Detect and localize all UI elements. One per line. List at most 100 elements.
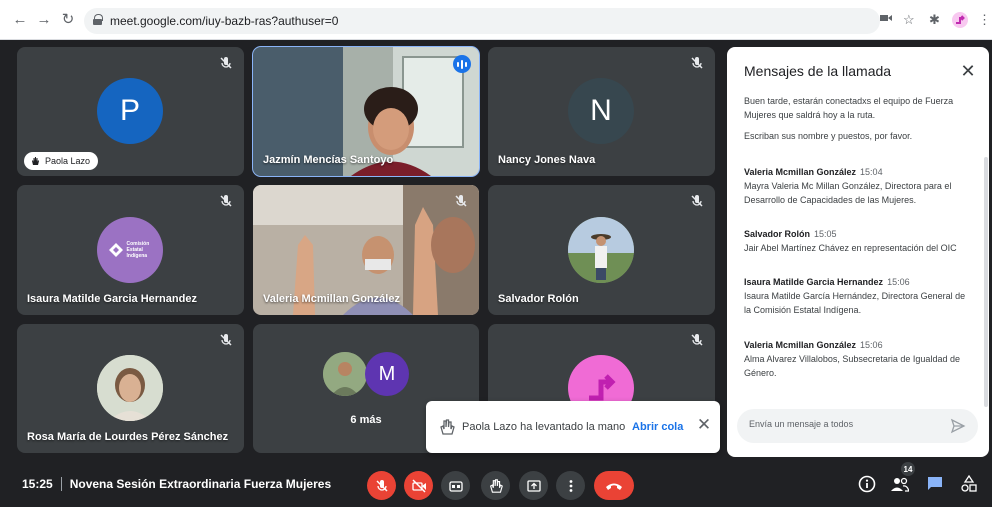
arrow-left-icon[interactable]: ← <box>12 12 28 28</box>
avatar: P <box>97 78 163 144</box>
hand-icon <box>32 157 39 165</box>
more-vert-icon[interactable]: ⋮ <box>978 12 991 28</box>
captions-button[interactable] <box>441 471 470 500</box>
participants-count-badge: 14 <box>901 462 915 476</box>
divider <box>60 477 62 491</box>
chat-intro-message: Escriban sus nombre y puestos, por favor… <box>744 131 913 141</box>
activities-button[interactable] <box>959 474 979 494</box>
participant-tile-nancy[interactable]: N Nancy Jones Nava <box>488 47 715 176</box>
raise-hand-button[interactable] <box>481 471 510 500</box>
more-vert-icon <box>569 479 572 492</box>
lock-icon <box>93 14 103 25</box>
message-time: 15:04 <box>860 167 883 177</box>
message-sender: Valeria Mcmillan González <box>744 167 857 177</box>
videocam-off-icon <box>411 478 426 493</box>
mic-off-icon <box>455 195 467 207</box>
call-end-icon <box>606 483 622 490</box>
camera-toggle-button[interactable] <box>404 471 433 500</box>
mic-off-icon <box>220 195 232 207</box>
hand-icon <box>489 478 503 493</box>
meeting-controls-bar: 15:25 Novena Sesión Extraordinaria Fuerz… <box>0 460 992 507</box>
close-icon[interactable]: ✕ <box>696 416 712 433</box>
meeting-info: 15:25 Novena Sesión Extraordinaria Fuerz… <box>22 477 331 491</box>
profile-icon[interactable] <box>952 12 968 32</box>
participant-tile-valeria[interactable]: Valeria Mcmillan González <box>253 185 479 315</box>
participant-tile-jazmin[interactable]: Jazmín Mencías Santoyo <box>252 46 480 177</box>
participant-name: Nancy Jones Nava <box>498 154 596 166</box>
chat-input[interactable] <box>749 419 939 429</box>
mic-toggle-button[interactable] <box>367 471 396 500</box>
message-sender: Salvador Rolón <box>744 229 811 239</box>
notification-message: Paola Lazo ha levantado la mano <box>462 421 626 433</box>
chat-message: Isaura Matilde Garcia Hernandez 15:06 Isa… <box>744 275 974 317</box>
send-icon[interactable] <box>950 418 966 434</box>
chat-button[interactable] <box>925 474 945 494</box>
mic-off-icon <box>375 479 388 492</box>
info-icon <box>858 475 876 493</box>
camera-icon[interactable] <box>880 12 892 28</box>
message-time: 15:05 <box>814 229 837 239</box>
reload-icon[interactable]: ↻ <box>60 12 76 28</box>
participant-tile-rosa[interactable]: Rosa María de Lourdes Pérez Sánchez <box>17 324 244 453</box>
address-bar[interactable]: meet.google.com/iuy-bazb-ras?authuser=0 <box>84 8 880 34</box>
star-icon[interactable]: ☆ <box>903 12 915 28</box>
message-text: Jair Abel Martínez Chávez en representac… <box>744 243 957 253</box>
hand-icon <box>440 419 455 435</box>
more-options-button[interactable] <box>556 471 585 500</box>
people-icon <box>891 477 909 492</box>
message-sender: Isaura Matilde Garcia Hernandez <box>744 277 884 287</box>
open-queue-button[interactable]: Abrir cola <box>632 421 683 433</box>
participant-tile-isaura[interactable]: Comisión Estatal Indígena Isaura Matilde… <box>17 185 244 315</box>
present-icon <box>526 479 541 492</box>
meeting-time: 15:25 <box>22 477 53 491</box>
avatar <box>97 355 163 421</box>
chat-message: Valeria Mcmillan González 15:06 Alma Alva… <box>744 338 974 380</box>
present-screen-button[interactable] <box>519 471 548 500</box>
message-sender: Valeria Mcmillan González <box>744 340 857 350</box>
participant-name: Salvador Rolón <box>498 293 579 305</box>
avatar: M <box>365 352 409 396</box>
avatar <box>568 217 634 283</box>
leave-call-button[interactable] <box>594 471 634 500</box>
extensions-icon[interactable]: ✱ <box>929 12 940 28</box>
message-text: Mayra Valeria Mc Millan González, Direct… <box>744 181 952 205</box>
participant-name: Isaura Matilde Garcia Hernandez <box>27 293 197 305</box>
arrow-right-icon[interactable]: → <box>36 12 52 28</box>
participant-name: Jazmín Mencías Santoyo <box>263 154 394 166</box>
message-time: 15:06 <box>887 277 910 287</box>
browser-toolbar: ← → ↻ meet.google.com/iuy-bazb-ras?authu… <box>0 0 992 40</box>
message-time: 15:06 <box>860 340 883 350</box>
meeting-details-button[interactable] <box>857 474 877 494</box>
mic-off-icon <box>691 57 703 69</box>
avatar: N <box>568 78 634 144</box>
participant-tile-salvador[interactable]: Salvador Rolón <box>488 185 715 315</box>
meeting-title: Novena Sesión Extraordinaria Fuerza Muje… <box>69 477 332 491</box>
close-icon[interactable]: ✕ <box>959 62 977 80</box>
message-text: Alma Alvarez Villalobos, Subsecretaria d… <box>744 354 960 378</box>
chat-message: Salvador Rolón 15:05 Jair Abel Martínez C… <box>744 227 974 255</box>
mic-off-icon <box>220 334 232 346</box>
chat-input-container <box>737 409 978 443</box>
chat-panel: Mensajes de la llamada ✕ Buen tarde, est… <box>727 47 989 457</box>
organization-logo: Comisión Estatal Indígena <box>97 217 163 283</box>
chat-message: Valeria Mcmillan González 15:04 Mayra Val… <box>744 165 974 207</box>
avatar <box>323 352 367 396</box>
diamond-icon <box>108 243 123 257</box>
chat-intro-message: Buen tarde, estarán conectadxs el equipo… <box>744 96 954 120</box>
chat-icon <box>928 477 942 490</box>
speaking-indicator-icon <box>453 55 471 73</box>
activities-icon <box>961 475 977 492</box>
raised-hand-chip: Paola Lazo <box>24 152 99 170</box>
mic-off-icon <box>691 195 703 207</box>
chip-label: Paola Lazo <box>45 156 91 166</box>
hand-raise-notification: Paola Lazo ha levantado la mano Abrir co… <box>426 401 720 453</box>
url-text[interactable]: meet.google.com/iuy-bazb-ras?authuser=0 <box>110 14 338 28</box>
closed-caption-icon <box>448 480 463 492</box>
scrollbar[interactable] <box>984 157 988 407</box>
participants-button[interactable] <box>890 474 910 494</box>
participant-name: Rosa María de Lourdes Pérez Sánchez <box>27 431 229 443</box>
mic-off-icon <box>691 334 703 346</box>
chat-title: Mensajes de la llamada <box>744 63 892 79</box>
participant-name: Valeria Mcmillan González <box>263 293 400 305</box>
mic-off-icon <box>220 57 232 69</box>
